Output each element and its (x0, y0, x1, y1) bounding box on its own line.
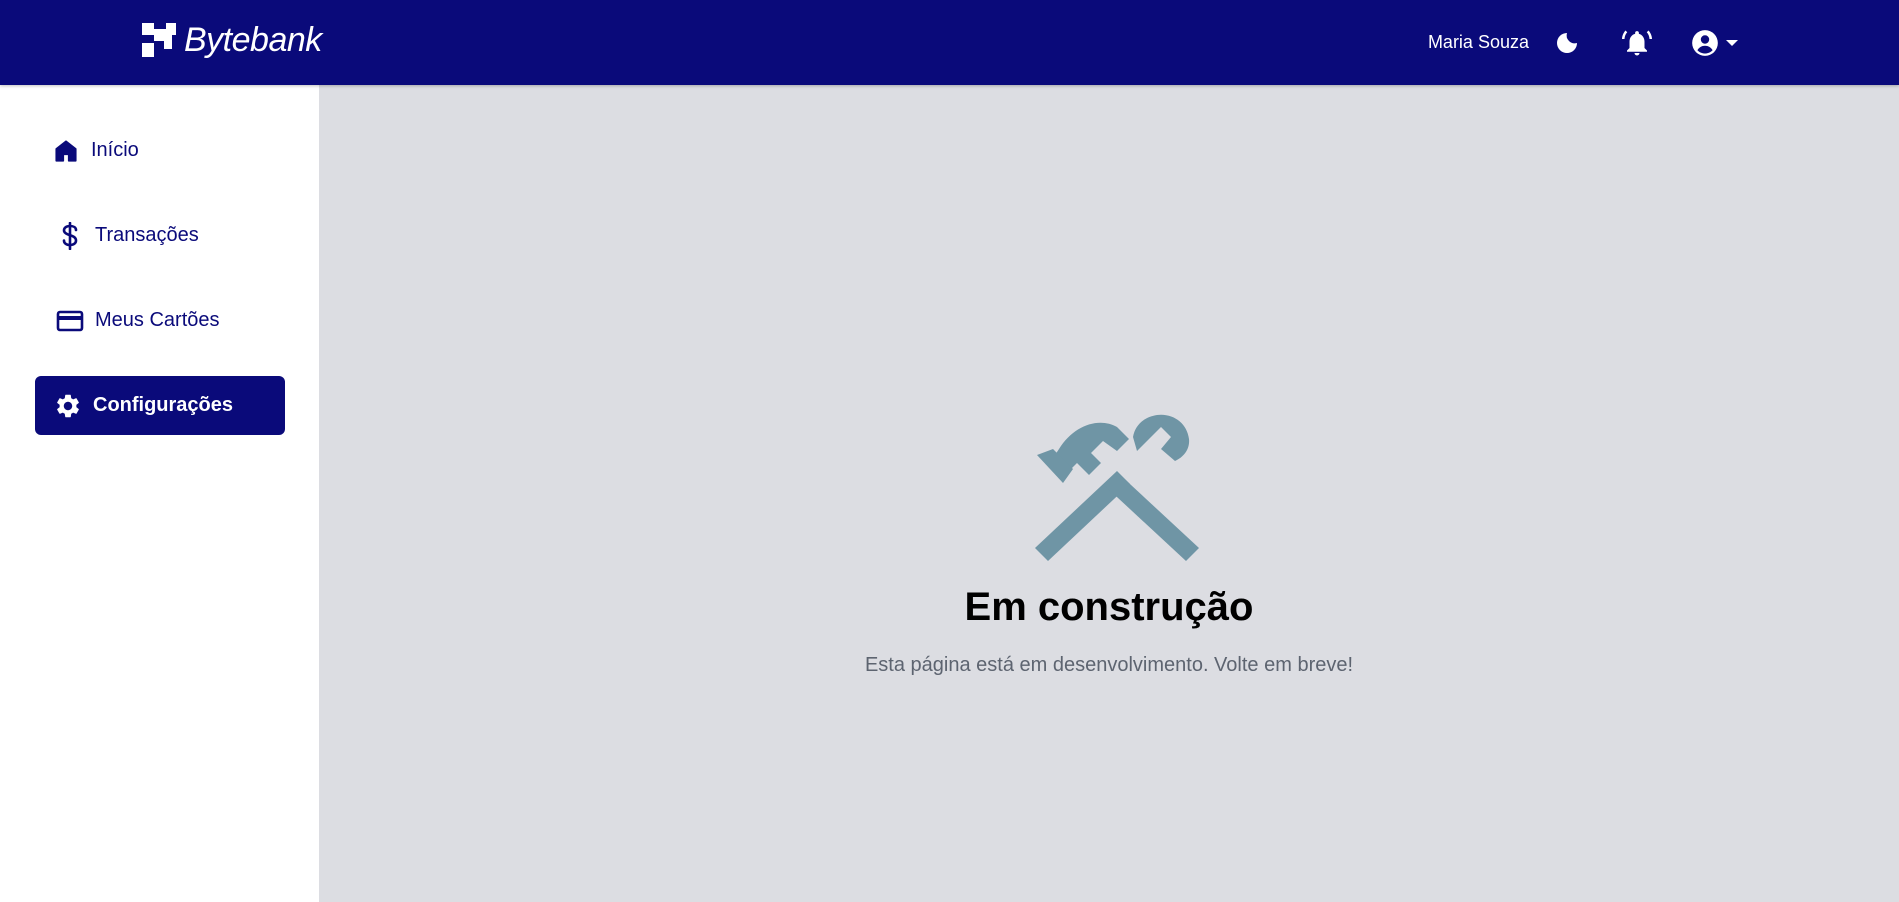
user-name: Maria Souza (1427, 32, 1529, 52)
sidebar-item-meus-cartoes[interactable]: Meus Cartões (35, 291, 285, 350)
sidebar-item-label: Configurações (93, 394, 234, 416)
bytebank-logo-icon (142, 23, 176, 57)
sidebar-item-label: Início (91, 139, 139, 161)
sidebar-item-label: Meus Cartões (95, 309, 220, 331)
home-icon (52, 137, 80, 165)
page-title: Em construção (964, 585, 1254, 629)
account-circle-icon (1692, 29, 1718, 56)
theme-toggle-button[interactable] (1553, 29, 1581, 57)
top-bar: Bytebank Maria Souza (0, 0, 1899, 85)
sidebar-item-label: Transações (95, 224, 199, 246)
header-actions: Maria Souza (1428, 0, 1739, 85)
sidebar-item-configuracoes[interactable]: Configurações (35, 376, 285, 435)
moon-icon (1557, 32, 1577, 53)
main-content: Em construção Esta página está em desenv… (319, 85, 1899, 902)
credit-card-icon (56, 307, 84, 335)
dollar-icon (56, 221, 84, 250)
sidebar-item-inicio[interactable]: Início (35, 121, 285, 180)
sidebar: Início Transações Meus Cartões Configura… (0, 85, 319, 902)
bell-ringing-icon (1622, 30, 1652, 55)
sidebar-item-transacoes[interactable]: Transações (35, 206, 285, 265)
gear-icon (54, 392, 82, 420)
hammer-wrench-icon (1035, 414, 1199, 561)
notifications-button[interactable] (1621, 27, 1653, 59)
page-subtitle: Esta página está em desenvolvimento. Vol… (864, 654, 1354, 676)
brand-logo[interactable]: Bytebank (142, 18, 322, 62)
account-menu-button[interactable] (1691, 29, 1739, 57)
caret-down-icon (1726, 39, 1738, 46)
brand-name: Bytebank (184, 20, 322, 59)
